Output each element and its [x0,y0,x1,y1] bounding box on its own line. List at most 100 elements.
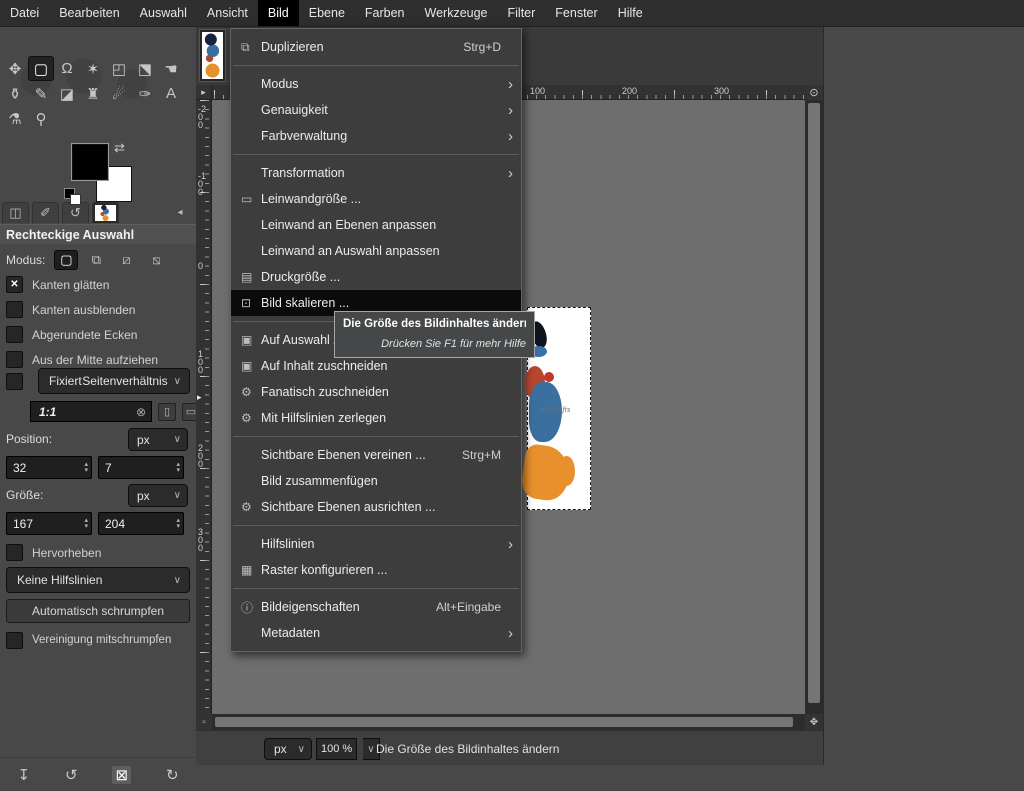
spinner-arrows[interactable]: ▴▾ [84,462,91,474]
guides-dropdown[interactable]: Keine Hilfslinien ∨ [6,567,190,593]
menu-item-leinwand-an-auswahl[interactable]: Leinwand an Auswahl anpassen [231,238,521,264]
menu-fenster[interactable]: Fenster [545,0,607,26]
checkbox-abgerundete-ecken[interactable]: ✕ Abgerundete Ecken [6,322,190,347]
reset-tool-options-button[interactable]: ↻ [166,766,179,784]
crop-tool-icon[interactable]: ◰ [106,56,132,81]
menu-item-genauigkeit[interactable]: Genauigkeit › [231,97,521,123]
fixed-checkbox[interactable] [6,373,23,390]
menu-item-transformation[interactable]: Transformation › [231,160,521,186]
paintbrush-tool-icon[interactable]: ✎ [28,81,54,106]
menu-item-leinwand-an-ebenen[interactable]: Leinwand an Ebenen anpassen [231,212,521,238]
menu-bild[interactable]: Bild [258,0,299,26]
fixed-aspect-dropdown[interactable]: Fixiert Seitenverhältnis ∨ [38,368,190,394]
eraser-tool-icon[interactable]: ◪ [54,81,80,106]
menu-filter[interactable]: Filter [498,0,546,26]
position-y-field[interactable]: 7 ▴▾ [98,456,184,479]
menu-item-modus[interactable]: Modus › [231,71,521,97]
vertical-scrollbar[interactable] [805,100,823,714]
tab-undo-history[interactable]: ↺ [62,202,89,223]
portrait-orientation-button[interactable]: ▯ [158,403,176,421]
ink-tool-icon[interactable]: ✑ [132,81,158,106]
spinner-arrows[interactable]: ▴▾ [176,518,183,530]
duck-tail [558,456,575,486]
left-dock-tabs: ◫ ✐ ↺ [2,202,119,223]
swap-colors-icon[interactable]: ⇄ [114,140,125,156]
tab-tool-options[interactable]: ◫ [2,202,29,223]
statusbar-message: Die Größe des Bildinhaltes ändern [376,742,559,756]
menu-item-leinwandgroesse[interactable]: ▭ Leinwandgröße ... [231,186,521,212]
menu-item-farbverwaltung[interactable]: Farbverwaltung › [231,123,521,149]
statusbar-zoom-control[interactable]: 100 % ∨ [316,738,380,760]
spinner-arrows[interactable]: ▴▾ [84,518,91,530]
checkbox-kanten-ausblenden[interactable]: ✕ Kanten ausblenden [6,297,190,322]
menu-ebene[interactable]: Ebene [299,0,355,26]
tab-device-status[interactable]: ✐ [32,202,59,223]
zoom-tool-icon[interactable]: ⚲ [28,106,54,131]
menu-item-bildeigenschaften[interactable]: ⓘ Bildeigenschaften Alt+Eingabe [231,594,521,620]
menu-item-metadaten[interactable]: Metadaten › [231,620,521,646]
delete-tool-preset-button[interactable]: ⊠ [112,766,131,784]
menu-werkzeuge[interactable]: Werkzeuge [415,0,498,26]
menu-item-druckgroesse[interactable]: ▤ Druckgröße ... [231,264,521,290]
checkbox-shrink-merged[interactable]: Vereinigung mitschrumpfen [6,629,171,651]
checkbox-hervorheben[interactable]: Hervorheben [6,540,101,565]
auto-shrink-button[interactable]: Automatisch schrumpfen [6,599,190,623]
quick-mask-toggle[interactable]: ▫ [196,714,212,730]
bucket-fill-tool-icon[interactable]: ⚱ [2,81,28,106]
menu-item-mit-hilfslinien-zerlegen[interactable]: ⚙ Mit Hilfslinien zerlegen [231,405,521,431]
scrollbar-thumb[interactable] [215,717,793,727]
selection-mode-add-icon[interactable]: ⧉ [84,250,108,270]
menu-item-raster-konfigurieren[interactable]: ▦ Raster konfigurieren ... [231,557,521,583]
unified-transform-tool-icon[interactable]: ⬔ [132,56,158,81]
menu-ansicht[interactable]: Ansicht [197,0,258,26]
save-tool-preset-button[interactable]: ↧ [17,766,30,784]
image-tab[interactable] [199,29,226,82]
spinner-arrows[interactable]: ▴▾ [176,462,183,474]
canvas-image-selection[interactable]: enCrafts [527,307,591,510]
menu-datei[interactable]: Datei [0,0,49,26]
size-unit-dropdown[interactable]: px ∨ [128,484,188,507]
position-unit-dropdown[interactable]: px ∨ [128,428,188,451]
position-x-field[interactable]: 32 ▴▾ [6,456,92,479]
tab-image-thumbnail[interactable] [92,202,119,223]
restore-tool-preset-button[interactable]: ↺ [65,766,78,784]
handle-transform-tool-icon[interactable]: ☚ [158,56,184,81]
free-select-tool-icon[interactable]: Ω [54,56,80,81]
scrollbar-thumb[interactable] [808,103,820,703]
selection-mode-subtract-icon[interactable]: ⧄ [114,250,138,270]
menu-bearbeiten[interactable]: Bearbeiten [49,0,129,26]
menu-auswahl[interactable]: Auswahl [130,0,197,26]
menu-item-bild-zusammenfuegen[interactable]: Bild zusammenfügen [231,468,521,494]
menu-hilfe[interactable]: Hilfe [608,0,653,26]
menu-item-duplizieren[interactable]: ⧉ Duplizieren Strg+D [231,34,521,60]
default-colors-icon[interactable] [64,188,80,204]
fuzzy-select-tool-icon[interactable]: ✶ [80,56,106,81]
menu-item-fanatisch-zuschneiden[interactable]: ⚙ Fanatisch zuschneiden [231,379,521,405]
menu-item-icon: ⊡ [241,296,261,310]
color-picker-tool-icon[interactable]: ⚗ [2,106,28,131]
menu-farben[interactable]: Farben [355,0,415,26]
size-height-field[interactable]: 204 ▴▾ [98,512,184,535]
clone-tool-icon[interactable]: ♜ [80,81,106,106]
aspect-ratio-input[interactable]: 1:1 ⊗ [30,401,152,422]
ruler-corner-button[interactable]: ▸ [196,85,212,100]
smudge-tool-icon[interactable]: ☄ [106,81,132,106]
left-dock: ✥ ▢ Ω ✶ ◰ ⬔ ☚ [0,26,197,765]
statusbar-unit-dropdown[interactable]: px ∨ [264,738,312,760]
horizontal-scrollbar[interactable] [212,714,805,730]
size-width-field[interactable]: 167 ▴▾ [6,512,92,535]
menu-item-ebenen-vereinen[interactable]: Sichtbare Ebenen vereinen ... Strg+M [231,442,521,468]
rectangle-select-tool-icon[interactable]: ▢ [28,56,54,81]
selection-mode-replace-icon[interactable]: ▢ [54,250,78,270]
text-tool-icon[interactable]: A [158,81,184,106]
menu-item-hilfslinien[interactable]: Hilfslinien › [231,531,521,557]
collapse-dock-icon[interactable]: ◂ [172,204,188,220]
menu-item-ebenen-ausrichten[interactable]: ⚙ Sichtbare Ebenen ausrichten ... [231,494,521,520]
checkbox-kanten-glaetten[interactable]: ✕ Kanten glätten [6,272,190,297]
selection-mode-intersect-icon[interactable]: ⧅ [144,250,168,270]
foreground-color-swatch[interactable] [72,144,108,180]
zoom-follow-window-button[interactable]: ⊙ [805,85,823,100]
move-tool-icon[interactable]: ✥ [2,56,28,81]
clear-icon[interactable]: ⊗ [136,405,146,419]
navigation-button[interactable]: ✥ [805,714,823,730]
